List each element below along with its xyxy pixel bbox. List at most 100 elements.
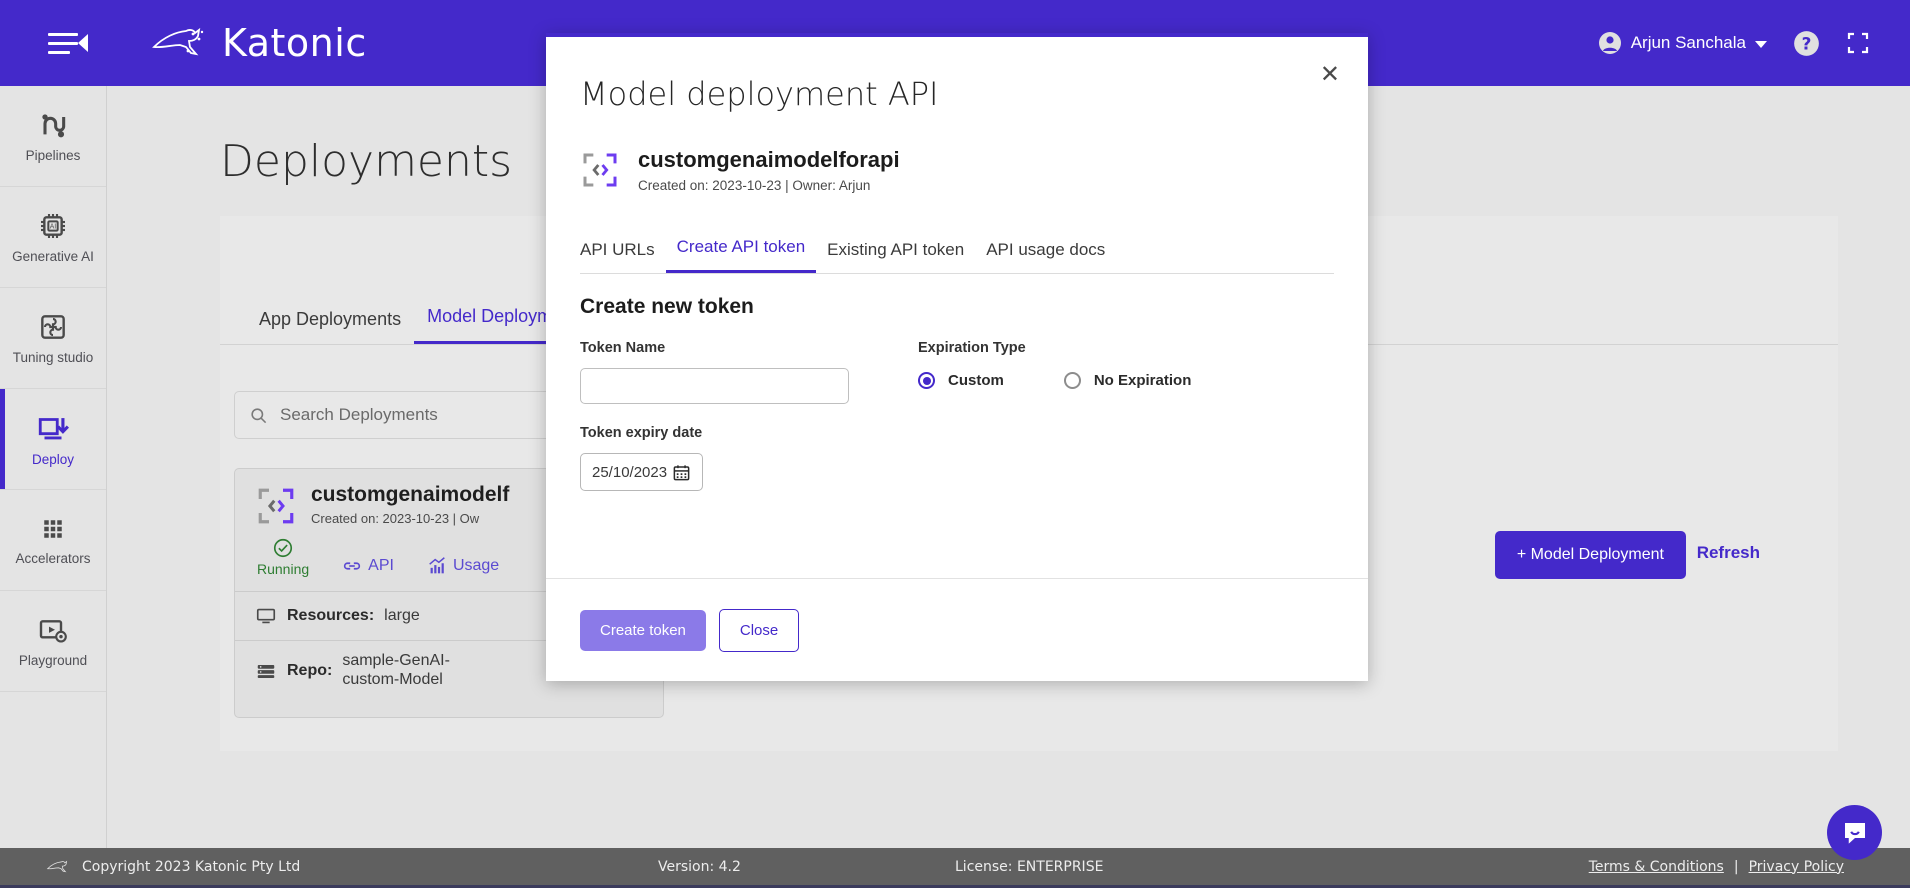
sidebar-item-label: Accelerators [15, 551, 91, 566]
check-circle-icon [274, 538, 293, 558]
puzzle-icon [41, 315, 65, 339]
repo-key: Repo: [287, 661, 333, 679]
svg-text:?: ? [1802, 33, 1812, 53]
svg-text:AI: AI [50, 223, 57, 231]
brand-logo[interactable]: Katonic [150, 21, 367, 65]
deploy-icon [38, 418, 69, 440]
token-expiry-date-value: 25/10/2023 [592, 463, 668, 481]
deployment-usage-link[interactable]: Usage [426, 555, 499, 577]
token-name-input[interactable] [580, 368, 849, 404]
radio-option-no-expiration[interactable]: No Expiration [1063, 372, 1192, 389]
close-button[interactable]: Close [718, 608, 800, 652]
footer-separator: | [1733, 858, 1739, 875]
radio-custom-label: Custom [948, 372, 1004, 389]
search-placeholder: Search Deployments [280, 405, 438, 424]
pipelines-icon [42, 114, 66, 138]
form-heading: Create new token [580, 295, 754, 318]
page-title: Deployments [220, 136, 513, 187]
radio-custom-icon [918, 372, 935, 389]
tab-app-deployments[interactable]: App Deployments [246, 309, 414, 344]
hamburger-bar [48, 41, 78, 45]
kangaroo-logo-icon [152, 27, 204, 56]
user-name: Arjun Sanchala [1630, 33, 1746, 52]
code-brackets-icon [583, 153, 617, 187]
expiration-type-label: Expiration Type [918, 340, 1026, 356]
add-model-deployment-button[interactable]: + Model Deployment [1494, 531, 1686, 579]
privacy-link[interactable]: Privacy Policy [1749, 859, 1844, 875]
chip-ai-icon: AI [41, 214, 65, 238]
status-label: Running [257, 561, 310, 577]
chat-bubble-icon[interactable] [1827, 805, 1882, 860]
sidebar-item-tuning-studio[interactable]: Tuning studio [0, 288, 106, 389]
status-badge: Running [257, 537, 309, 577]
header-actions: Arjun Sanchala ? [1598, 30, 1870, 57]
radio-no-expiration-label: No Expiration [1093, 372, 1192, 389]
token-name-group: Token Name [580, 340, 849, 404]
play-settings-icon [39, 620, 67, 643]
monitor-icon [256, 608, 276, 624]
token-expiry-label: Token expiry date [580, 425, 703, 441]
deployment-meta: Created on: 2023-10-23 | Ow [311, 511, 480, 526]
kangaroo-logo-icon [46, 860, 68, 872]
model-deployment-api-dialog: Model deployment API ✕ customgenaimodelf… [546, 33, 1368, 681]
footer-links: Terms & Conditions | Privacy Policy [1589, 859, 1844, 875]
model-name: customgenaimodelforapi [638, 147, 900, 172]
tab-api-urls[interactable]: API URLs [580, 240, 666, 273]
avatar-icon [1598, 32, 1621, 54]
footer-version: Version: 4.2 [658, 858, 741, 875]
fullscreen-icon[interactable] [1846, 31, 1870, 55]
link-icon [344, 562, 361, 570]
sidebar: Pipelines AI Generative AI Tuning studio [0, 86, 107, 848]
deployment-usage-label: Usage [452, 557, 500, 574]
sidebar-item-pipelines[interactable]: Pipelines [0, 86, 106, 187]
model-summary: customgenaimodelforapi Created on: 2023-… [580, 147, 900, 193]
user-menu[interactable]: Arjun Sanchala [1598, 31, 1767, 55]
tab-existing-api-token[interactable]: Existing API token [816, 240, 975, 273]
sidebar-item-generative-ai[interactable]: AI Generative AI [0, 187, 106, 288]
chart-icon [429, 557, 445, 574]
footer-license: License: ENTERPRISE [955, 858, 1104, 875]
hamburger-bar [48, 32, 78, 36]
database-icon [257, 664, 275, 678]
calendar-icon[interactable] [672, 463, 691, 482]
tab-create-api-token[interactable]: Create API token [665, 237, 817, 273]
footer-copyright-text: Copyright 2023 Katonic Pty Ltd [82, 858, 301, 875]
tab-api-usage-docs[interactable]: API usage docs [975, 240, 1116, 273]
chevron-down-icon [1755, 41, 1767, 48]
footer-copyright: Copyright 2023 Katonic Pty Ltd [46, 856, 300, 878]
deployment-api-link[interactable]: API [341, 555, 394, 577]
grid-dots-icon [44, 520, 62, 538]
close-icon[interactable]: ✕ [1320, 63, 1340, 87]
chevron-left-icon [78, 34, 88, 52]
token-expiry-date-input[interactable]: 25/10/2023 [580, 453, 703, 491]
resources-value: large [384, 607, 420, 624]
code-brackets-icon [258, 488, 294, 524]
expiration-type-group: Expiration Type Custom No Expiration [918, 340, 1191, 389]
radio-no-expiration-icon [1063, 372, 1081, 389]
create-token-button[interactable]: Create token [580, 609, 706, 651]
expiration-radio-row: Custom No Expiration [918, 372, 1191, 389]
radio-option-custom[interactable]: Custom [918, 372, 1004, 389]
sidebar-item-deploy[interactable]: Deploy [0, 389, 106, 490]
resources-key: Resources: [287, 607, 375, 624]
repo-value: sample-GenAI-custom-Model [342, 652, 450, 688]
hamburger-bar [48, 50, 70, 54]
sidebar-item-playground[interactable]: Playground [0, 591, 106, 692]
hamburger-collapse-icon[interactable] [48, 28, 88, 58]
dialog-tabs: API URLs Create API token Existing API t… [580, 237, 1334, 274]
sidebar-item-label: Deploy [31, 452, 75, 467]
deployment-api-label: API [368, 557, 394, 574]
sidebar-item-accelerators[interactable]: Accelerators [0, 490, 106, 591]
token-name-label: Token Name [580, 340, 666, 356]
sidebar-item-label: Generative AI [12, 249, 94, 264]
sidebar-item-label: Tuning studio [12, 350, 94, 365]
refresh-link[interactable]: Refresh [1697, 543, 1760, 563]
search-icon [251, 407, 267, 423]
brand-name: Katonic [222, 21, 367, 65]
app-footer: Copyright 2023 Katonic Pty Ltd Version: … [0, 848, 1910, 888]
sidebar-item-label: Pipelines [25, 148, 81, 163]
dialog-title: Model deployment API [580, 75, 939, 113]
terms-link[interactable]: Terms & Conditions [1589, 859, 1724, 875]
help-circle-icon[interactable]: ? [1793, 30, 1820, 57]
dialog-footer: Create token Close [546, 578, 1368, 681]
